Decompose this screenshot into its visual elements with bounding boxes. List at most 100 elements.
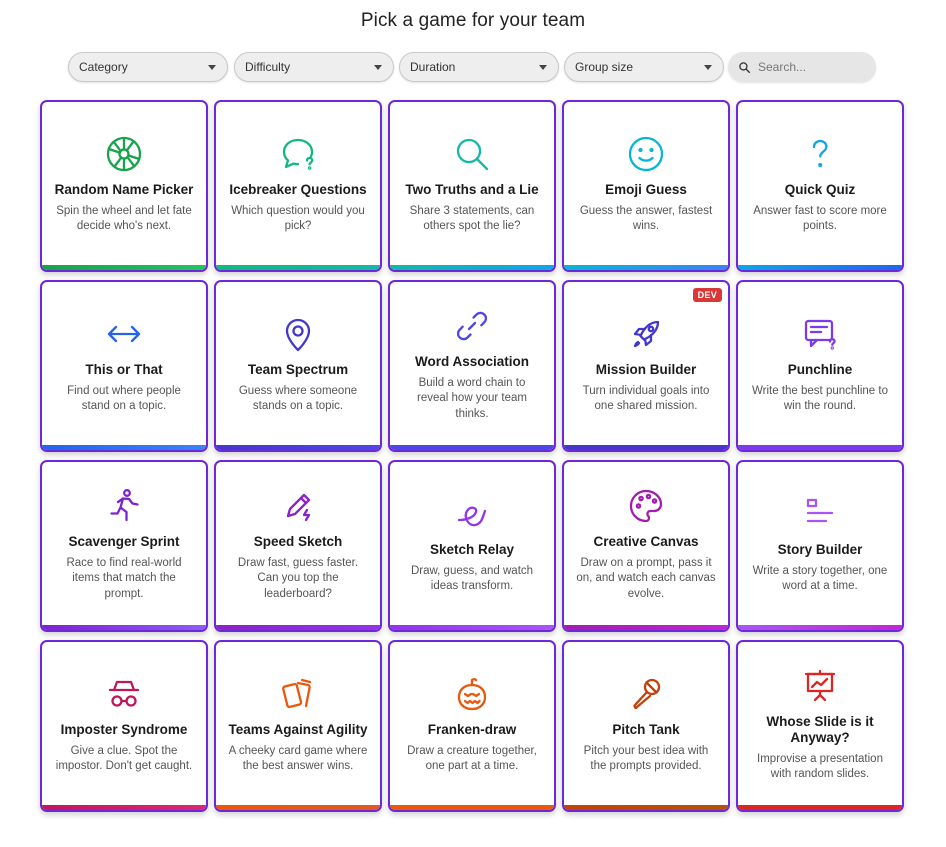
card-accent-bar [42,625,206,630]
card-accent-bar [216,265,380,270]
presentation-icon [800,666,840,706]
card-accent-bar [390,805,554,810]
search-placeholder: Search... [758,60,807,74]
dev-badge: DEV [692,288,722,302]
game-card-random-name-picker[interactable]: Random Name Picker Spin the wheel and let… [40,100,208,272]
game-card-body: Quick Quiz Answer fast to score more poin… [738,102,902,266]
card-accent-bar [564,625,728,630]
game-title: Scavenger Sprint [68,533,180,549]
game-card-body: Icebreaker Questions Which question would… [216,102,380,266]
question-mark-icon [800,134,840,174]
card-accent-bar [564,805,728,810]
card-accent-bar [738,445,902,450]
game-card-story-builder[interactable]: Story Builder Write a story together, one… [736,460,904,632]
chevron-down-icon [539,65,547,70]
rocket-icon [626,314,666,354]
text-lines-icon [800,494,840,534]
duration-select[interactable]: Duration [399,52,559,82]
game-description: Which question would you pick? [231,204,365,233]
game-card-body: Mission Builder Turn individual goals int… [564,282,728,446]
game-card-quick-quiz[interactable]: Quick Quiz Answer fast to score more poin… [736,100,904,272]
game-description: Write the best punchline to win the roun… [752,384,888,413]
game-title: Sketch Relay [429,541,515,557]
game-description: A cheeky card game where the best answer… [228,744,368,773]
page-title: Pick a game for your team [360,10,586,31]
category-select-label: Category [79,60,128,74]
game-card-team-spectrum[interactable]: Team Spectrum Guess where someone stands … [214,280,382,452]
game-card-speed-sketch[interactable]: Speed Sketch Draw fast, guess faster. Can… [214,460,382,632]
game-card-body: Whose Slide is it Anyway? Improvise a pre… [738,642,902,806]
difficulty-select[interactable]: Difficulty [234,52,394,82]
message-question-icon [800,314,840,354]
game-card-whose-slide-is-it-anyway[interactable]: Whose Slide is it Anyway? Improvise a pre… [736,640,904,812]
game-description: Draw a creature together, one part at a … [407,744,537,773]
game-title: Teams Against Agility [228,721,368,737]
game-card-body: Imposter Syndrome Give a clue. Spot the i… [42,642,206,806]
game-title: Imposter Syndrome [60,721,188,737]
cards-icon [278,674,318,714]
game-card-pitch-tank[interactable]: Pitch Tank Pitch your best idea with the … [562,640,730,812]
game-card-teams-against-agility[interactable]: Teams Against Agility A cheeky card game … [214,640,382,812]
game-card-imposter-syndrome[interactable]: Imposter Syndrome Give a clue. Spot the i… [40,640,208,812]
game-card-body: Random Name Picker Spin the wheel and let… [42,102,206,266]
game-title: Whose Slide is it Anyway? [766,713,874,745]
game-card-punchline[interactable]: Punchline Write the best punchline to win… [736,280,904,452]
arrows-left-right-icon [104,314,144,354]
game-card-two-truths-and-a-lie[interactable]: Two Truths and a Lie Share 3 statements, … [388,100,556,272]
card-accent-bar [738,625,902,630]
game-description: Race to find real-world items that match… [66,556,182,600]
game-card-creative-canvas[interactable]: Creative Canvas Draw on a prompt, pass it… [562,460,730,632]
game-title: Speed Sketch [253,533,343,549]
magnifier-icon [452,134,492,174]
game-card-mission-builder[interactable]: Mission Builder Turn individual goals int… [562,280,730,452]
game-card-this-or-that[interactable]: This or That Find out where people stand … [40,280,208,452]
chevron-down-icon [374,65,382,70]
game-card-emoji-guess[interactable]: Emoji Guess Guess the answer, fastest win… [562,100,730,272]
wheel-icon [104,134,144,174]
game-title: Pitch Tank [612,721,680,737]
search-input[interactable]: Search... [728,52,876,82]
pencil-bolt-icon [278,486,318,526]
game-title: Creative Canvas [593,533,699,549]
game-card-sketch-relay[interactable]: Sketch Relay Draw, guess, and watch ideas… [388,460,556,632]
game-card-body: This or That Find out where people stand … [42,282,206,446]
game-card-body: Sketch Relay Draw, guess, and watch ideas… [390,462,554,626]
card-accent-bar [216,805,380,810]
card-accent-bar [42,805,206,810]
location-pin-icon [278,314,318,354]
game-title: Punchline [787,361,853,377]
game-card-icebreaker-questions[interactable]: Icebreaker Questions Which question would… [214,100,382,272]
game-description: Guess the answer, fastest wins. [579,204,713,233]
pumpkin-icon [452,674,492,714]
game-card-body: Creative Canvas Draw on a prompt, pass it… [564,462,728,626]
microphone-icon [626,674,666,714]
smiley-icon [626,134,666,174]
card-accent-bar [738,805,902,810]
group-size-select[interactable]: Group size [564,52,724,82]
game-card-scavenger-sprint[interactable]: Scavenger Sprint Race to find real-world … [40,460,208,632]
game-title: Mission Builder [595,361,697,377]
card-accent-bar [216,445,380,450]
scribble-icon [452,494,492,534]
game-description: Write a story together, one word at a ti… [752,564,888,593]
game-card-body: Two Truths and a Lie Share 3 statements, … [390,102,554,266]
game-card-body: Speed Sketch Draw fast, guess faster. Can… [216,462,380,626]
game-card-body: Franken-draw Draw a creature together, on… [390,642,554,806]
link-icon [452,306,492,346]
game-title: Word Association [414,353,529,369]
game-title: Team Spectrum [247,361,349,377]
game-card-body: Scavenger Sprint Race to find real-world … [42,462,206,626]
game-title: Random Name Picker [54,181,194,197]
card-accent-bar [738,265,902,270]
game-card-body: Story Builder Write a story together, one… [738,462,902,626]
category-select[interactable]: Category [68,52,228,82]
game-card-word-association[interactable]: Word Association Build a word chain to re… [388,280,556,452]
difficulty-select-label: Difficulty [245,60,291,74]
game-card-franken-draw[interactable]: Franken-draw Draw a creature together, on… [388,640,556,812]
card-accent-bar [390,625,554,630]
card-accent-bar [564,265,728,270]
game-description: Improvise a presentation with random sli… [757,752,883,781]
game-description: Give a clue. Spot the impostor. Don't ge… [55,744,193,773]
game-card-body: Team Spectrum Guess where someone stands … [216,282,380,446]
game-description: Answer fast to score more points. [753,204,887,233]
